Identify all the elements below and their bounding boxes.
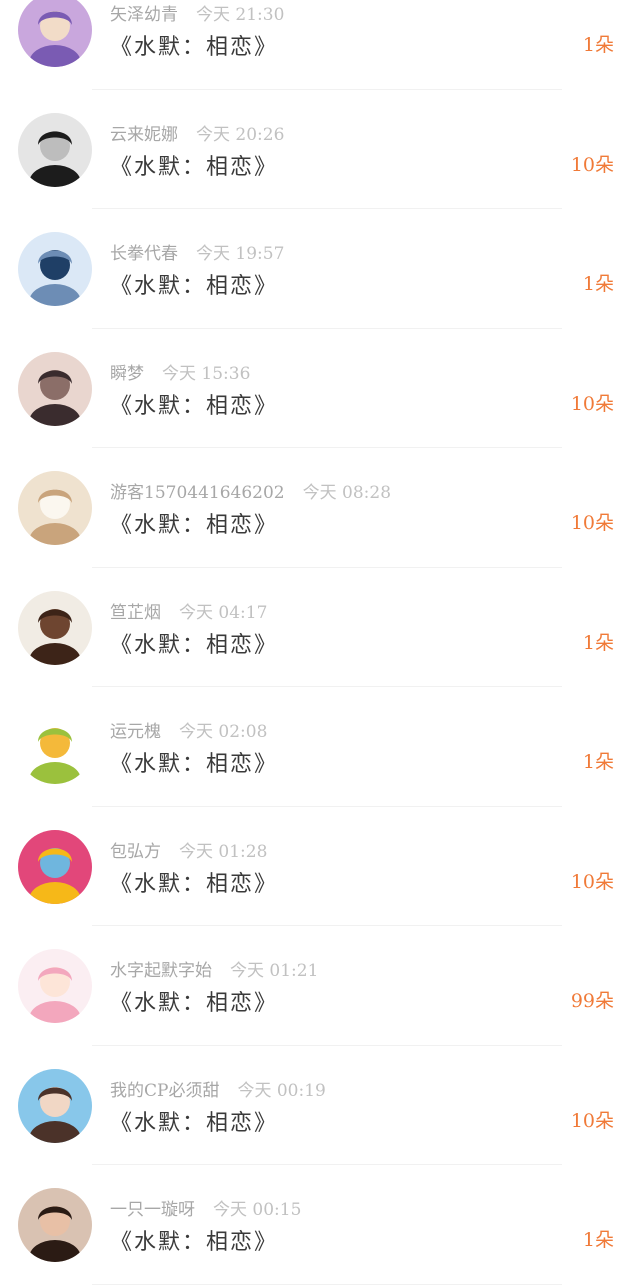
avatar-yellow-block-icon — [18, 829, 92, 904]
timestamp: 今天 01:28 — [179, 841, 268, 862]
avatar[interactable] — [18, 112, 92, 187]
book-title[interactable]: 《水默：相恋》 — [110, 29, 278, 61]
username[interactable]: 运元槐 — [110, 722, 161, 742]
avatar[interactable] — [18, 829, 92, 904]
gift-record-row[interactable]: 矢泽幼青 今天 21:30 《水默：相恋》 1朵 — [0, 0, 632, 90]
flower-count: 1朵 — [582, 273, 614, 295]
book-title[interactable]: 《水默：相恋》 — [110, 268, 278, 300]
book-title[interactable]: 《水默：相恋》 — [110, 1224, 278, 1256]
flower-count: 1朵 — [582, 631, 614, 654]
gift-record-row[interactable]: 游客1570441646202 今天 08:28 《水默：相恋》 10朵 — [0, 448, 632, 568]
flower-count: 10朵 — [570, 512, 614, 534]
gift-record-row[interactable]: 运元槐 今天 02:08 《水默：相恋》 1朵 — [0, 687, 632, 807]
book-title[interactable]: 《水默：相恋》 — [110, 866, 278, 898]
record-meta: 笪芷烟 今天 04:17 — [110, 598, 267, 623]
avatar[interactable] — [18, 0, 92, 67]
book-title[interactable]: 《水默：相恋》 — [110, 149, 278, 181]
gift-record-row[interactable]: 瞬梦 今天 15:36 《水默：相恋》 10朵 — [0, 328, 632, 448]
timestamp: 今天 19:57 — [196, 244, 285, 264]
avatar[interactable] — [18, 351, 92, 426]
book-title[interactable]: 《水默：相恋》 — [110, 627, 278, 659]
book-title[interactable]: 《水默：相恋》 — [110, 746, 278, 778]
username[interactable]: 云来妮娜 — [110, 125, 178, 145]
username[interactable]: 游客1570441646202 — [110, 483, 285, 503]
record-meta: 云来妮娜 今天 20:26 — [110, 120, 284, 145]
gift-record-row[interactable]: 长拳代春 今天 19:57 《水默：相恋》 1朵 — [0, 209, 632, 329]
record-meta: 矢泽幼青 今天 21:30 — [110, 0, 284, 25]
flower-count: 1朵 — [582, 34, 614, 56]
gift-record-row[interactable]: 笪芷烟 今天 04:17 《水默：相恋》 1朵 — [0, 567, 632, 687]
book-title[interactable]: 《水默：相恋》 — [110, 985, 278, 1017]
gift-record-row[interactable]: 水字起默字始 今天 01:21 《水默：相恋》 99朵 — [0, 926, 632, 1046]
timestamp: 今天 00:15 — [213, 1200, 302, 1220]
avatar-green-pear-icon — [18, 710, 92, 784]
avatar-dog-icon — [18, 590, 92, 665]
username[interactable]: 水字起默字始 — [110, 961, 212, 981]
avatar[interactable] — [18, 232, 92, 306]
flower-count: 10朵 — [570, 153, 614, 176]
timestamp: 今天 04:17 — [179, 602, 268, 623]
timestamp: 今天 01:21 — [230, 961, 319, 981]
gift-record-row[interactable]: 一只一璇呀 今天 00:15 《水默：相恋》 1朵 — [0, 1165, 632, 1285]
avatar-tree-blue-icon — [18, 232, 92, 306]
username[interactable]: 一只一璇呀 — [110, 1200, 195, 1220]
avatar-boy-purple-icon — [18, 0, 92, 67]
flower-count: 1朵 — [582, 751, 614, 773]
avatar[interactable] — [18, 590, 92, 665]
avatar[interactable] — [18, 1068, 92, 1143]
flower-count: 99朵 — [570, 990, 614, 1012]
flower-count: 10朵 — [570, 392, 614, 415]
record-meta: 运元槐 今天 02:08 — [110, 717, 267, 742]
gift-record-list: 矢泽幼青 今天 21:30 《水默：相恋》 1朵 云来妮娜 今天 20:26 《水默… — [0, 0, 632, 1285]
avatar[interactable] — [18, 1188, 92, 1262]
username[interactable]: 长拳代春 — [110, 244, 178, 264]
avatar[interactable] — [18, 471, 92, 545]
username[interactable]: 瞬梦 — [110, 364, 144, 384]
gift-record-row[interactable]: 我的CP必须甜 今天 00:19 《水默：相恋》 10朵 — [0, 1045, 632, 1165]
gift-record-row[interactable]: 云来妮娜 今天 20:26 《水默：相恋》 10朵 — [0, 89, 632, 209]
record-meta: 水字起默字始 今天 01:21 — [110, 956, 318, 981]
gift-record-row[interactable]: 包弘方 今天 01:28 《水默：相恋》 10朵 — [0, 806, 632, 926]
avatar-school-girl-icon — [18, 1068, 92, 1143]
avatar-pink-girl-icon — [18, 949, 92, 1023]
timestamp: 今天 00:19 — [237, 1080, 326, 1101]
record-meta: 包弘方 今天 01:28 — [110, 837, 267, 862]
username[interactable]: 矢泽幼青 — [110, 5, 178, 25]
avatar-woman-photo-icon — [18, 1188, 92, 1262]
avatar-cat-icon — [18, 471, 92, 545]
record-meta: 一只一璇呀 今天 00:15 — [110, 1195, 301, 1220]
timestamp: 今天 21:30 — [196, 5, 285, 25]
record-meta: 我的CP必须甜 今天 00:19 — [110, 1076, 326, 1101]
record-meta: 瞬梦 今天 15:36 — [110, 359, 250, 384]
book-title[interactable]: 《水默：相恋》 — [110, 507, 278, 539]
timestamp: 今天 08:28 — [302, 483, 392, 503]
timestamp: 今天 15:36 — [162, 363, 251, 384]
avatar-man-bw-icon — [18, 112, 92, 187]
timestamp: 今天 20:26 — [196, 124, 285, 145]
username[interactable]: 笪芷烟 — [110, 603, 161, 623]
timestamp: 今天 02:08 — [179, 722, 268, 742]
flower-count: 10朵 — [570, 1109, 614, 1132]
record-meta: 游客1570441646202 今天 08:28 — [110, 478, 391, 503]
username[interactable]: 包弘方 — [110, 842, 161, 862]
avatar[interactable] — [18, 710, 92, 784]
flower-count: 10朵 — [570, 870, 614, 893]
avatar[interactable] — [18, 949, 92, 1023]
username[interactable]: 我的CP必须甜 — [110, 1081, 219, 1101]
book-title[interactable]: 《水默：相恋》 — [110, 388, 278, 420]
flower-count: 1朵 — [582, 1229, 614, 1251]
record-meta: 长拳代春 今天 19:57 — [110, 239, 284, 264]
book-title[interactable]: 《水默：相恋》 — [110, 1105, 278, 1137]
avatar-anime-couple-icon — [18, 351, 92, 426]
